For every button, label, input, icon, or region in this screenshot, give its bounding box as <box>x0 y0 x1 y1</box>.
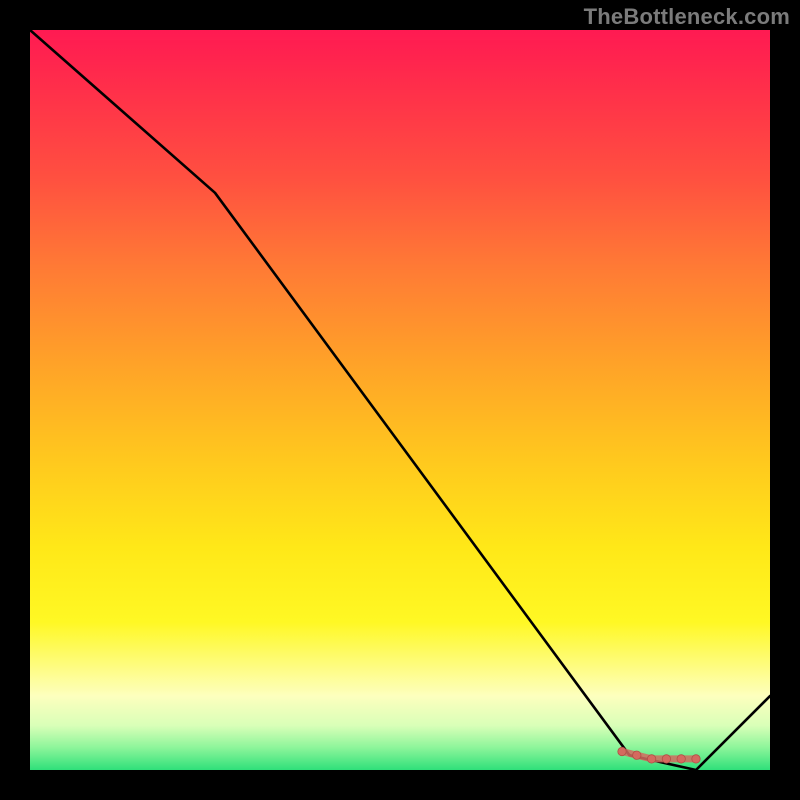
marker-dot <box>633 751 641 759</box>
marker-dot <box>692 755 700 763</box>
chart-overlay <box>30 30 770 770</box>
line-series <box>30 30 770 770</box>
chart-stage: TheBottleneck.com <box>0 0 800 800</box>
plot-area <box>30 30 770 770</box>
watermark-text: TheBottleneck.com <box>584 4 790 30</box>
marker-band <box>618 747 700 763</box>
marker-dot <box>662 755 670 763</box>
marker-dot <box>677 755 685 763</box>
marker-dot <box>647 755 655 763</box>
marker-dot <box>618 747 626 755</box>
black-curve <box>30 30 770 770</box>
